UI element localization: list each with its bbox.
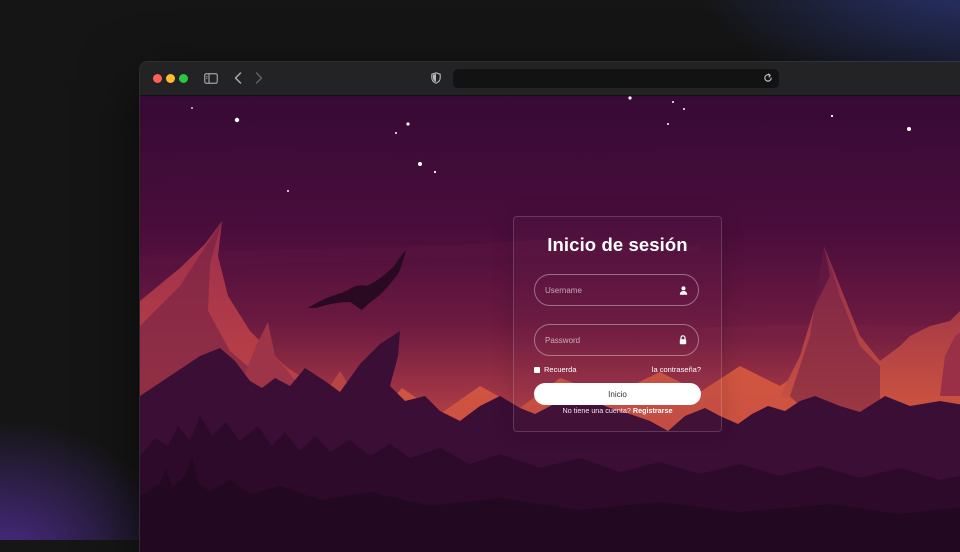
browser-window: Inicio de sesión Recuerda la contraseña?… — [140, 62, 960, 552]
password-input[interactable] — [545, 325, 675, 355]
username-field[interactable] — [534, 274, 699, 306]
password-field[interactable] — [534, 324, 699, 356]
lock-icon — [678, 335, 688, 345]
web-page: Inicio de sesión Recuerda la contraseña?… — [140, 96, 960, 552]
login-button[interactable]: Inicio — [534, 383, 701, 405]
login-title: Inicio de sesión — [547, 234, 688, 255]
address-bar[interactable] — [453, 69, 779, 88]
login-card: Inicio de sesión Recuerda la contraseña?… — [513, 216, 722, 432]
user-icon — [678, 285, 688, 295]
zoom-window-button[interactable] — [179, 74, 188, 83]
minimize-window-button[interactable] — [166, 74, 175, 83]
shield-icon[interactable] — [430, 70, 442, 86]
close-window-button[interactable] — [153, 74, 162, 83]
reload-icon[interactable] — [761, 71, 775, 85]
username-input[interactable] — [545, 275, 675, 305]
chevron-right-icon[interactable] — [253, 70, 265, 86]
browser-toolbar — [140, 62, 960, 96]
remember-checkbox[interactable]: Recuerda — [534, 365, 577, 374]
forgot-password-link[interactable]: la contraseña? — [652, 365, 701, 374]
register-prompt: No tiene una cuenta? Registrarse — [514, 406, 721, 415]
remember-label: Recuerda — [544, 365, 577, 374]
sidebar-icon[interactable] — [203, 70, 219, 86]
chevron-left-icon[interactable] — [232, 70, 244, 86]
register-link[interactable]: Registrarse — [633, 406, 673, 415]
register-prompt-text: No tiene una cuenta? — [562, 406, 631, 415]
checkbox-square[interactable] — [534, 366, 540, 373]
